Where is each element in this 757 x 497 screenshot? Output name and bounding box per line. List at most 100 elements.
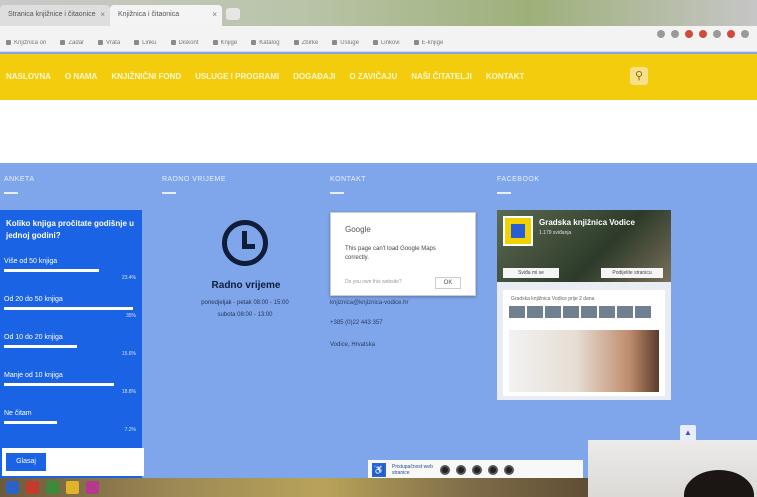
webcam-overlay (588, 440, 757, 497)
facebook-page-name[interactable]: Gradska knjižnica Vodice (539, 218, 635, 227)
poll-option[interactable]: Ne čitam 7.2% (4, 410, 136, 433)
zoom-icon[interactable] (657, 30, 665, 38)
close-icon[interactable]: × (100, 10, 105, 19)
nav-item-services[interactable]: USLUGE I PROGRAMI (195, 72, 279, 81)
nav-item-local[interactable]: O ZAVIČAJU (349, 72, 397, 81)
contact-phone: +385 (0)22 443 357 (330, 320, 383, 326)
font-size-icon[interactable] (488, 465, 498, 475)
poll-vote-area: Glasaj (2, 448, 144, 476)
ok-button[interactable]: OK (435, 277, 461, 289)
hours-heading: RADNO VRIJEME (162, 176, 227, 194)
facebook-cover: Gradska knjižnica Vodice 1.179 sviđanja … (497, 210, 671, 282)
contact-address: Vodice, Hrvatska (330, 342, 376, 348)
poll-heading: ANKETA (4, 176, 35, 194)
wheelchair-icon[interactable]: ♿ (372, 463, 386, 477)
nav-item-collection[interactable]: KNJIŽNIČNI FOND (111, 72, 181, 81)
poll-option[interactable]: Manje od 10 knjiga 18.8% (4, 372, 136, 395)
contrast-icon[interactable] (456, 465, 466, 475)
bookmark-item[interactable]: Knjige (213, 40, 238, 52)
poll-option-label: Više od 50 knjiga (4, 258, 58, 265)
facebook-heading: FACEBOOK (497, 176, 540, 194)
bookmark-item[interactable]: Katalog (251, 40, 279, 52)
app-icon[interactable] (86, 481, 99, 494)
poll-bar (4, 307, 134, 310)
nav-item-events[interactable]: DOGAĐAJI (293, 72, 335, 81)
bookmark-item[interactable]: Zadar (60, 40, 84, 52)
poll-bar (4, 421, 57, 424)
poll-option-label: Ne čitam (4, 410, 32, 417)
poll-option[interactable]: Od 20 do 50 knjiga 35% (4, 296, 136, 319)
site-navigation: NASLOVNA O NAMA KNJIŽNIČNI FOND USLUGE I… (0, 54, 757, 100)
contrast-icon[interactable] (440, 465, 450, 475)
bookmark-item[interactable]: Vrata (98, 40, 120, 52)
poll-bar (4, 345, 77, 348)
hours-saturday: subota 08:00 - 13:00 (217, 312, 273, 318)
browser-tab-bar: Stranica knjižnice i čitaonice × Knjižni… (0, 0, 757, 26)
facebook-widget: Gradska knjižnica Vodice 1.179 sviđanja … (497, 210, 671, 400)
hours-weekday: ponedjeljak - petak 08:00 - 15:00 (201, 300, 289, 306)
accessibility-toolbar: ♿ Pristupačnost web stranice (368, 460, 583, 480)
scroll-top-button[interactable]: ▲ (680, 425, 696, 441)
facebook-post: Gradska knjižnica Vodice prije 2 dana (503, 290, 665, 396)
poll-percent: 15.6% (121, 351, 136, 357)
clock-icon (222, 220, 268, 266)
poll-percent: 23.4% (121, 275, 136, 281)
bookmark-item[interactable]: Zbirke (294, 40, 319, 52)
poll-option-label: Manje od 10 knjiga (4, 372, 63, 379)
start-icon[interactable] (6, 481, 19, 494)
bookmark-item[interactable]: E-knjige (414, 40, 444, 52)
poll-widget: Koliko knjiga pročitate godišnje u jedno… (0, 210, 142, 478)
tab-title: Knjižnica i čitaonica (118, 11, 180, 18)
map-dialog-message: This page can't load Google Maps correct… (345, 246, 436, 261)
extension-icon[interactable] (685, 30, 693, 38)
poll-option[interactable]: Od 10 do 20 knjiga 15.6% (4, 334, 136, 357)
font-size-icon[interactable] (504, 465, 514, 475)
app-icon[interactable] (66, 481, 79, 494)
contrast-icon[interactable] (472, 465, 482, 475)
poll-option[interactable]: Više od 50 knjiga 23.4% (4, 258, 136, 281)
post-thumbnails (509, 306, 651, 318)
extension-icon[interactable] (699, 30, 707, 38)
share-button[interactable]: Podijelite stranicu (601, 268, 663, 278)
bookmark-item[interactable]: Diskont (171, 40, 199, 52)
hours-title: Radno vrijeme (211, 280, 281, 291)
poll-bar (4, 269, 100, 272)
bookmark-item[interactable]: Usluge (332, 40, 359, 52)
poll-bar (4, 383, 114, 386)
star-icon[interactable] (671, 30, 679, 38)
poll-percent: 35% (125, 313, 136, 319)
extension-icons (657, 30, 749, 38)
nav-item-about[interactable]: O NAMA (65, 72, 97, 81)
browser-tab-active[interactable]: Knjižnica i čitaonica × (110, 5, 222, 26)
app-icon[interactable] (26, 481, 39, 494)
accessibility-label: Pristupačnost web stranice (392, 464, 433, 476)
contact-email[interactable]: knjiznica@knjiznica-vodice.hr (330, 300, 408, 306)
like-button[interactable]: Sviđa mi se (503, 268, 559, 278)
taskbar (0, 478, 588, 497)
nav-item-readers[interactable]: NAŠI ČITATELJI (411, 72, 472, 81)
content-spacer (0, 100, 757, 163)
facebook-likes-count: 1.179 sviđanja (539, 230, 572, 236)
app-icon[interactable] (46, 481, 59, 494)
tab-title: Stranica knjižnice i čitaonice (8, 11, 96, 18)
bookmark-item[interactable]: Linku (134, 40, 156, 52)
nav-item-contact[interactable]: KONTAKT (486, 72, 525, 81)
browser-tab[interactable]: Stranica knjižnice i čitaonice × (0, 5, 110, 26)
extension-icon[interactable] (713, 30, 721, 38)
close-icon[interactable]: × (212, 10, 217, 19)
vote-button[interactable]: Glasaj (6, 453, 46, 471)
menu-icon[interactable] (741, 30, 749, 38)
poll-question: Koliko knjiga pročitate godišnje u jedno… (6, 219, 135, 240)
post-photo[interactable] (509, 330, 659, 392)
new-tab-button[interactable] (226, 8, 240, 20)
nav-item-home[interactable]: NASLOVNA (6, 72, 51, 81)
map-dialog-link[interactable]: Do you own this website? (345, 279, 402, 285)
map-error-dialog: Google This page can't load Google Maps … (330, 212, 476, 296)
poll-option-label: Od 10 do 20 knjiga (4, 334, 63, 341)
bookmark-item[interactable]: Linkovi (373, 40, 400, 52)
bookmark-item[interactable]: Knjižnica on (6, 40, 46, 52)
poll-option-label: Od 20 do 50 knjiga (4, 296, 63, 303)
library-logo (503, 216, 533, 246)
extension-icon[interactable] (727, 30, 735, 38)
search-icon[interactable]: ⚲ (630, 67, 648, 85)
